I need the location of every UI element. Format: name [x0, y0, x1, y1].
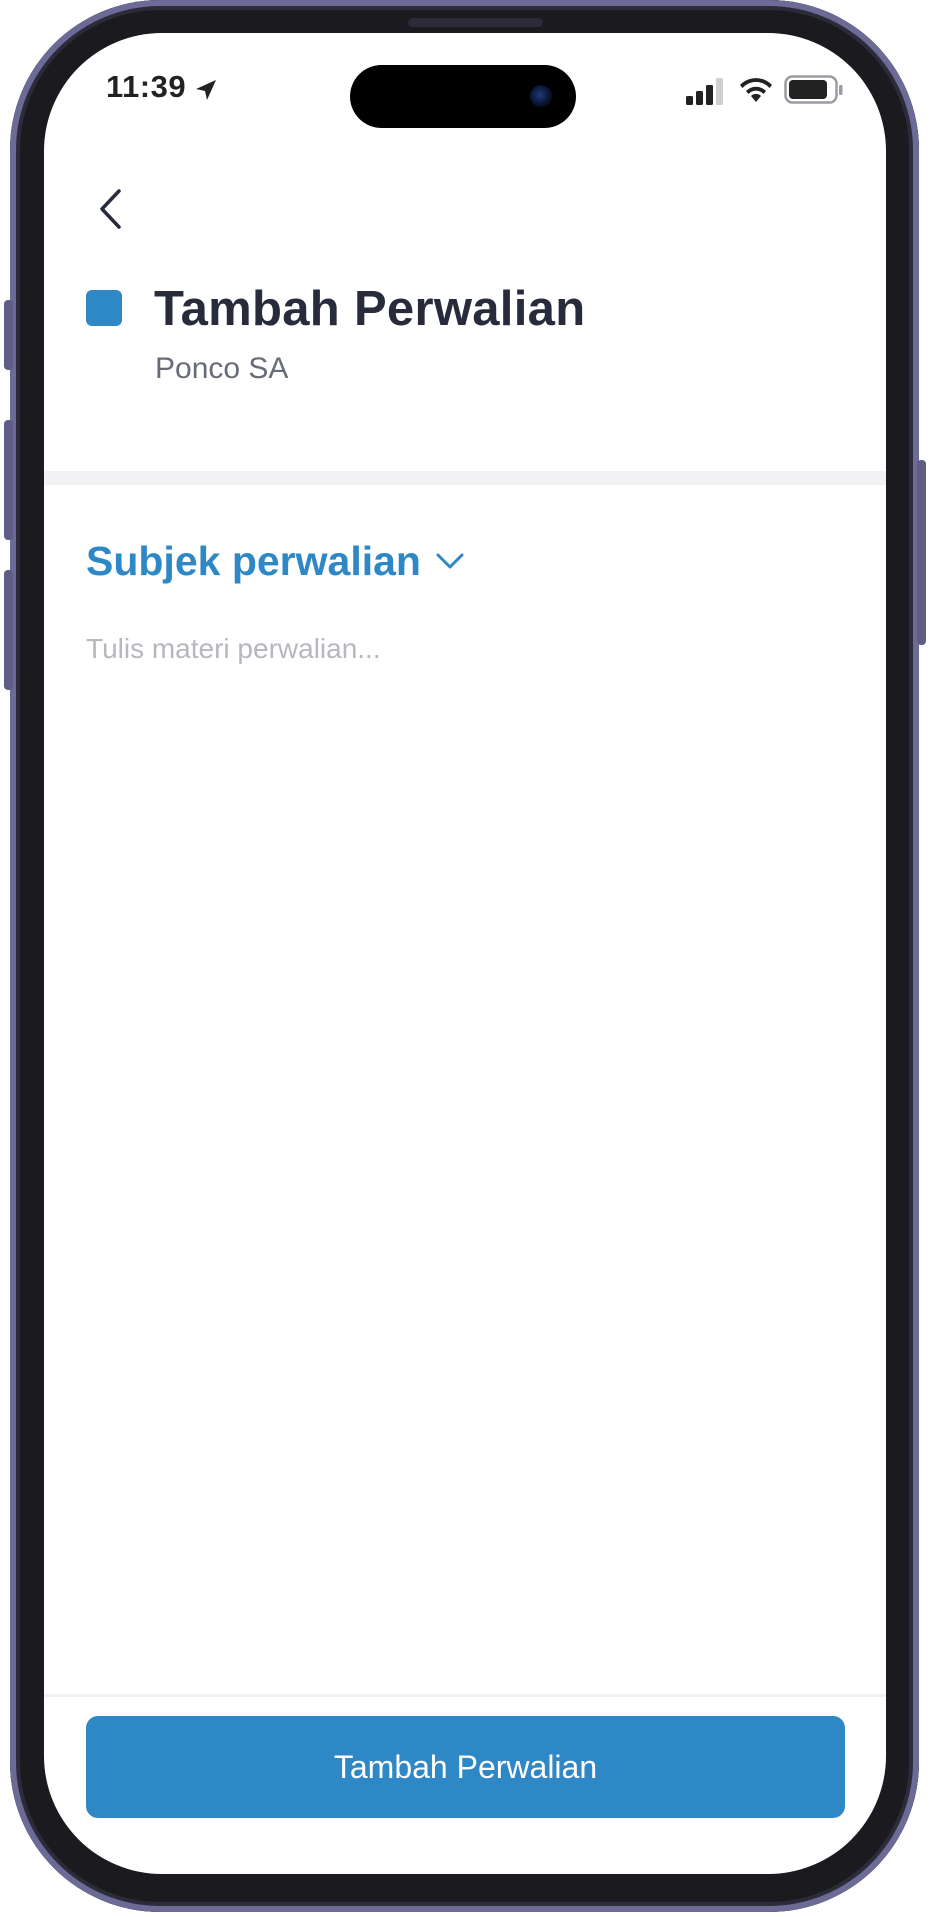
back-button[interactable]: [88, 183, 132, 235]
battery-icon: [784, 75, 843, 104]
material-input[interactable]: [86, 633, 846, 1633]
app-screen: 11:39 Tambah Perwalian Ponco SA Subjek p…: [44, 33, 886, 1874]
chevron-left-icon: [100, 189, 121, 229]
cellular-signal-icon: [686, 78, 723, 105]
footer-divider: [44, 1694, 886, 1697]
wifi-icon: [740, 78, 772, 102]
power-button: [917, 460, 926, 645]
page-subtitle: Ponco SA: [155, 352, 289, 385]
volume-up-button: [4, 420, 13, 540]
volume-down-button: [4, 570, 13, 690]
submit-button[interactable]: Tambah Perwalian: [86, 1716, 845, 1818]
action-button: [4, 300, 13, 370]
earpiece-speaker: [408, 18, 543, 27]
chevron-down-icon: [436, 553, 464, 569]
title-marker: [86, 290, 122, 326]
page-title: Tambah Perwalian: [154, 282, 586, 336]
status-time: 11:39: [106, 69, 187, 104]
camera-icon: [530, 85, 552, 107]
subject-dropdown[interactable]: Subjek perwalian: [86, 531, 465, 591]
subject-label: Subjek perwalian: [86, 537, 421, 584]
dynamic-island: [350, 65, 576, 128]
location-arrow-icon: [196, 80, 216, 100]
section-divider: [44, 471, 886, 485]
